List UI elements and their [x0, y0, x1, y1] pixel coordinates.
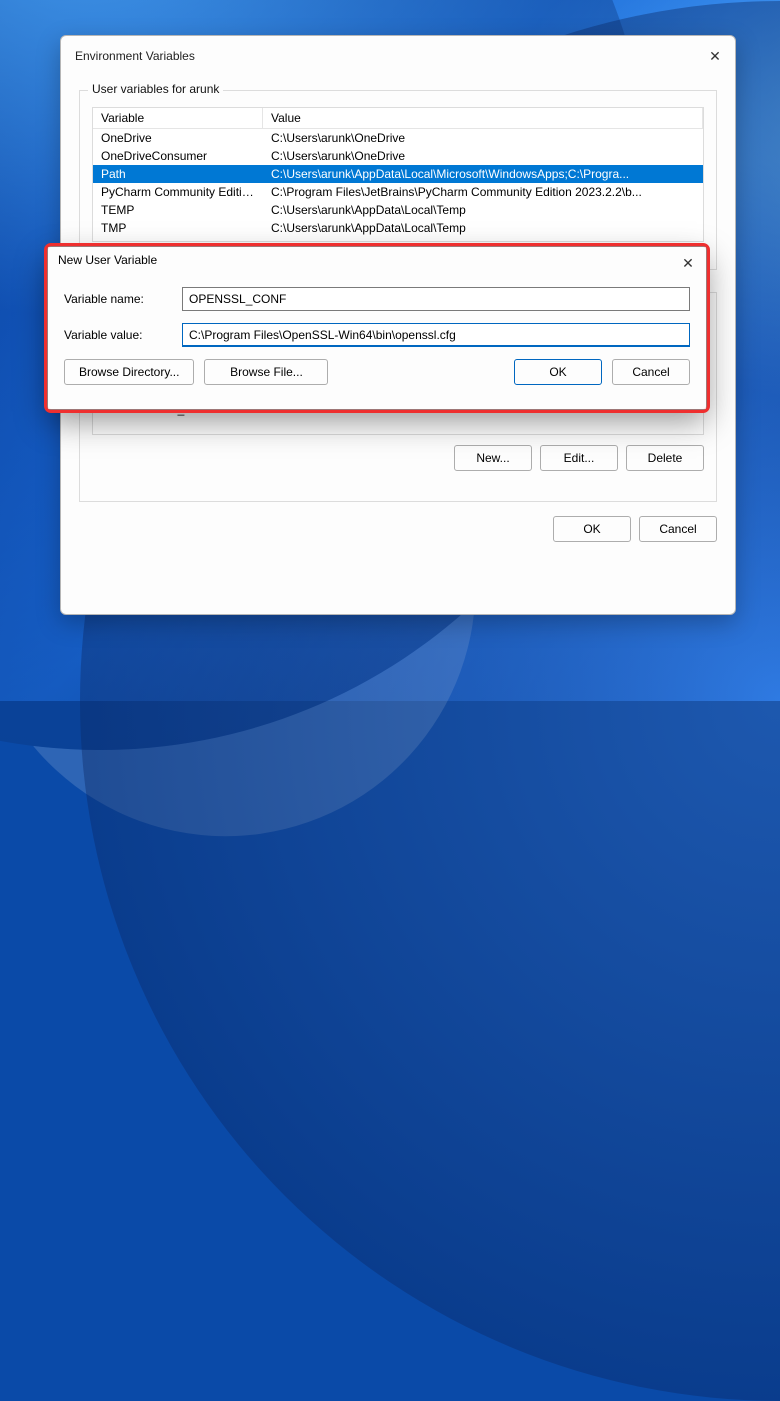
table-row[interactable]: TMPC:\Users\arunk\AppData\Local\Temp [93, 219, 703, 237]
sys-buttons-row: New... Edit... Delete [92, 445, 704, 471]
cell-value: C:\Users\arunk\AppData\Local\Temp [263, 201, 703, 219]
cell-variable: TMP [93, 219, 263, 237]
user-table-header: Variable Value [93, 108, 703, 129]
table-row[interactable]: TEMPC:\Users\arunk\AppData\Local\Temp [93, 201, 703, 219]
env-bottom-buttons: OK Cancel [61, 510, 735, 542]
browse-file-button[interactable]: Browse File... [204, 359, 328, 385]
cell-variable: OneDrive [93, 129, 263, 147]
modal-buttons-row: Browse Directory... Browse File... OK Ca… [48, 359, 706, 385]
table-row[interactable]: PyCharm Community EditionC:\Program File… [93, 183, 703, 201]
variable-value-input[interactable] [182, 323, 690, 347]
cell-variable: OneDriveConsumer [93, 147, 263, 165]
edit-button[interactable]: Edit... [540, 445, 618, 471]
modal-ok-button[interactable]: OK [514, 359, 602, 385]
cell-value: C:\Program Files\JetBrains\PyCharm Commu… [263, 183, 703, 201]
cell-value: C:\Users\arunk\OneDrive [263, 129, 703, 147]
variable-name-input[interactable] [182, 287, 690, 311]
cell-value: C:\Users\arunk\AppData\Local\Microsoft\W… [263, 165, 703, 183]
variable-value-label: Variable value: [64, 328, 172, 342]
table-row[interactable]: OneDriveConsumerC:\Users\arunk\OneDrive [93, 147, 703, 165]
user-variables-table[interactable]: Variable Value OneDriveC:\Users\arunk\On… [92, 107, 704, 242]
env-window-title: Environment Variables [75, 49, 705, 63]
modal-cancel-button[interactable]: Cancel [612, 359, 690, 385]
close-icon[interactable]: ✕ [705, 46, 725, 66]
close-icon[interactable]: ✕ [678, 253, 698, 273]
browse-directory-button[interactable]: Browse Directory... [64, 359, 194, 385]
user-variables-group: User variables for arunk Variable Value … [79, 90, 717, 270]
col-value[interactable]: Value [263, 108, 703, 128]
table-row[interactable]: OneDriveC:\Users\arunk\OneDrive [93, 129, 703, 147]
env-cancel-button[interactable]: Cancel [639, 516, 717, 542]
variable-name-label: Variable name: [64, 292, 172, 306]
modal-title: New User Variable [58, 253, 678, 273]
env-ok-button[interactable]: OK [553, 516, 631, 542]
new-user-variable-dialog: New User Variable ✕ Variable name: Varia… [47, 246, 707, 410]
cell-value: C:\Users\arunk\AppData\Local\Temp [263, 219, 703, 237]
new-button[interactable]: New... [454, 445, 532, 471]
table-row[interactable]: PathC:\Users\arunk\AppData\Local\Microso… [93, 165, 703, 183]
col-variable[interactable]: Variable [93, 108, 263, 128]
user-group-legend: User variables for arunk [88, 82, 223, 96]
delete-button[interactable]: Delete [626, 445, 704, 471]
cell-variable: Path [93, 165, 263, 183]
env-titlebar: Environment Variables ✕ [61, 44, 735, 76]
cell-variable: TEMP [93, 201, 263, 219]
cell-variable: PyCharm Community Edition [93, 183, 263, 201]
modal-titlebar: New User Variable ✕ [48, 247, 706, 279]
cell-value: C:\Users\arunk\OneDrive [263, 147, 703, 165]
